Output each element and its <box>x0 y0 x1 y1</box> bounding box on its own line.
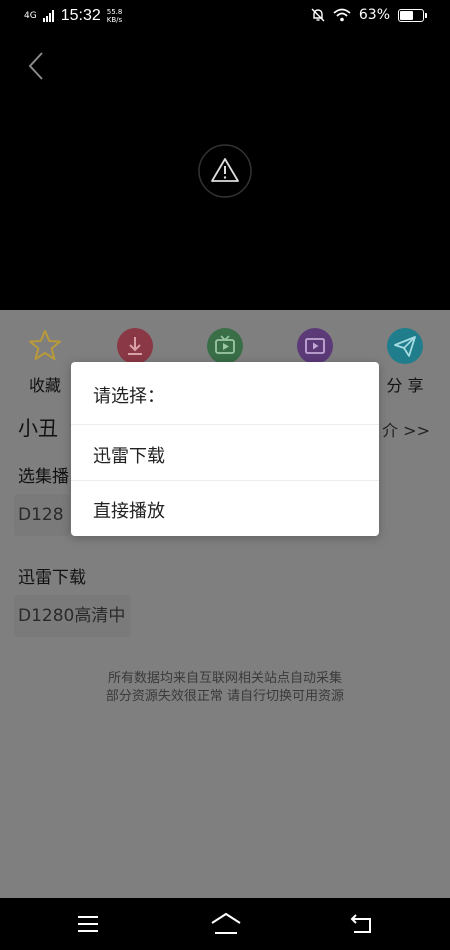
xunlei-section-label: 迅雷下载 <box>18 568 86 588</box>
clock: 15:32 <box>60 7 101 24</box>
system-nav-bar <box>0 898 450 950</box>
favorite-label: 收藏 <box>28 376 61 395</box>
disclaimer: 所有数据均来自互联网相关站点自动采集 部分资源失效很正常 请自行切换可用资源 <box>0 670 450 706</box>
network-speed: 55.8 KB/s <box>107 8 123 24</box>
wifi-icon <box>333 8 351 22</box>
choice-dialog: 请选择： 迅雷下载 直接播放 <box>71 362 379 536</box>
tv-button[interactable] <box>190 322 260 364</box>
favorite-button[interactable]: 收藏 <box>10 322 80 396</box>
episode-section-label: 选集播 <box>18 467 69 487</box>
dialog-divider <box>71 480 379 481</box>
option-xunlei-download[interactable]: 迅雷下载 <box>93 442 165 468</box>
mute-bell-icon <box>311 8 325 22</box>
share-button[interactable]: 分 享 <box>370 322 440 396</box>
dialog-divider <box>71 424 379 425</box>
speed-value: 55.8 <box>106 8 123 16</box>
disclaimer-line-1: 所有数据均来自互联网相关站点自动采集 <box>107 671 342 686</box>
xunlei-chip[interactable]: D1280高清中 <box>14 595 132 637</box>
speed-unit: KB/s <box>106 16 123 24</box>
battery-percent: 63% <box>358 7 390 23</box>
disclaimer-line-2: 部分资源失效很正常 请自行切换可用资源 <box>105 689 345 704</box>
download-icon <box>117 328 153 364</box>
film-icon <box>297 328 333 364</box>
network-type: 4G <box>24 10 37 21</box>
film-button[interactable] <box>280 322 350 364</box>
option-direct-play[interactable]: 直接播放 <box>93 497 165 523</box>
download-button[interactable] <box>100 322 170 364</box>
back-chevron-icon[interactable] <box>24 50 52 82</box>
dialog-title: 请选择： <box>93 386 165 407</box>
send-icon <box>387 328 423 364</box>
back-icon[interactable] <box>348 911 376 937</box>
warning-icon <box>198 144 252 198</box>
tv-icon <box>207 328 243 364</box>
home-icon[interactable] <box>209 911 243 937</box>
menu-icon[interactable] <box>74 911 102 937</box>
status-bar: 4G 15:32 55.8 KB/s 63% <box>0 0 450 36</box>
star-icon <box>29 330 61 360</box>
signal-icon <box>42 10 54 22</box>
battery-fill <box>400 10 413 20</box>
intro-link[interactable]: 介 >> <box>382 417 430 441</box>
episode-chip[interactable]: D128 <box>14 494 70 536</box>
share-label: 分 享 <box>386 376 424 395</box>
battery-icon <box>398 8 427 22</box>
video-title: 小丑 <box>18 416 58 440</box>
